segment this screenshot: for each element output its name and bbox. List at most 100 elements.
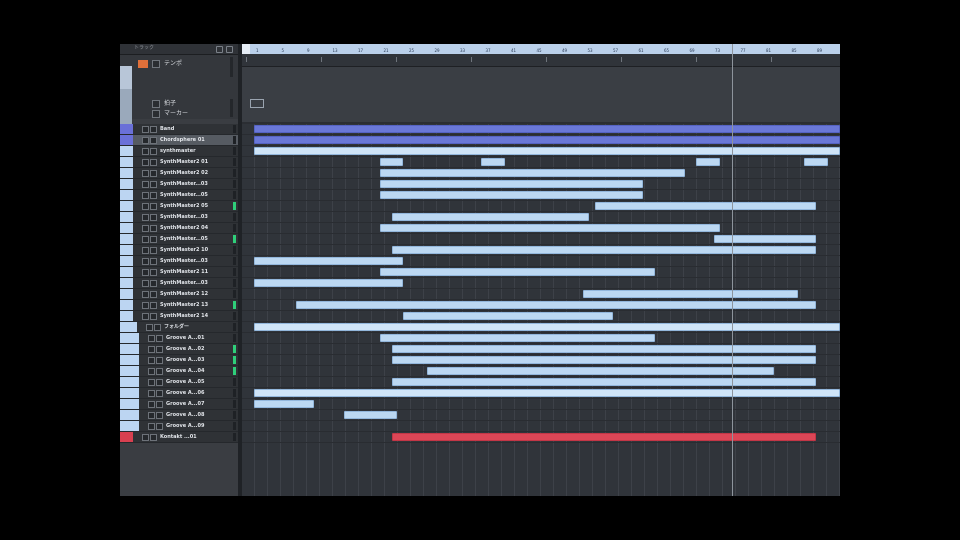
- midi-part[interactable]: [379, 158, 404, 166]
- track-header[interactable]: Kontakt ...01: [120, 432, 238, 443]
- mute-button[interactable]: [142, 280, 149, 287]
- solo-button[interactable]: [150, 291, 157, 298]
- track-color-tab[interactable]: [120, 179, 133, 189]
- track-header[interactable]: SynthMaster2 02: [120, 168, 238, 179]
- track-color-tab[interactable]: [120, 146, 133, 156]
- track-header[interactable]: synthmaster: [120, 146, 238, 157]
- track-color-tab[interactable]: [120, 366, 139, 376]
- track-header[interactable]: Groove A...09: [120, 421, 238, 432]
- track-color-tab[interactable]: [120, 267, 133, 277]
- mute-button[interactable]: [142, 434, 149, 441]
- mute-button[interactable]: [142, 269, 149, 276]
- solo-button[interactable]: [156, 390, 163, 397]
- mute-button[interactable]: [148, 412, 155, 419]
- mute-button[interactable]: [148, 346, 155, 353]
- track-header[interactable]: Groove A...05: [120, 377, 238, 388]
- solo-button[interactable]: [156, 423, 163, 430]
- solo-button[interactable]: [150, 225, 157, 232]
- midi-part[interactable]: [696, 158, 721, 166]
- track-color-tab[interactable]: [120, 333, 139, 343]
- track-header[interactable]: SynthMaster...03: [120, 256, 238, 267]
- track-header[interactable]: SynthMaster2 05: [120, 201, 238, 212]
- track-header[interactable]: SynthMaster...03: [120, 278, 238, 289]
- midi-part[interactable]: [582, 290, 799, 298]
- mute-button[interactable]: [142, 203, 149, 210]
- mute-button[interactable]: [142, 291, 149, 298]
- midi-part[interactable]: [253, 279, 404, 287]
- track-color-tab[interactable]: [120, 300, 133, 310]
- track-color-tab[interactable]: [120, 344, 139, 354]
- track-color-tab[interactable]: [120, 124, 133, 134]
- mute-button[interactable]: [148, 423, 155, 430]
- solo-button[interactable]: [150, 269, 157, 276]
- solo-button[interactable]: [150, 302, 157, 309]
- track-header[interactable]: SynthMaster2 10: [120, 245, 238, 256]
- playhead-cursor[interactable]: [732, 44, 733, 496]
- track-header[interactable]: SynthMaster...03: [120, 212, 238, 223]
- track-header[interactable]: Groove A...07: [120, 399, 238, 410]
- mute-button[interactable]: [142, 192, 149, 199]
- solo-button[interactable]: [150, 181, 157, 188]
- midi-part[interactable]: [379, 268, 655, 276]
- solo-button[interactable]: [150, 434, 157, 441]
- midi-part[interactable]: [379, 169, 685, 177]
- solo-button[interactable]: [150, 137, 157, 144]
- solo-button[interactable]: [156, 401, 163, 408]
- track-header[interactable]: Chordsphere 01: [120, 135, 238, 146]
- midi-part[interactable]: [594, 202, 817, 210]
- midi-part[interactable]: [391, 378, 817, 386]
- track-color-tab[interactable]: [120, 157, 133, 167]
- track-color-tab[interactable]: [120, 190, 133, 200]
- track-header[interactable]: Groove A...06: [120, 388, 238, 399]
- midi-part[interactable]: [391, 356, 817, 364]
- mute-button[interactable]: [148, 379, 155, 386]
- midi-part[interactable]: [379, 334, 655, 342]
- track-color-tab[interactable]: [120, 234, 133, 244]
- midi-part[interactable]: [253, 257, 404, 265]
- mute-button[interactable]: [148, 401, 155, 408]
- solo-button[interactable]: [150, 214, 157, 221]
- mute-button[interactable]: [142, 137, 149, 144]
- solo-button[interactable]: [156, 368, 163, 375]
- solo-button[interactable]: [150, 280, 157, 287]
- midi-part[interactable]: [391, 213, 589, 221]
- track-color-tab[interactable]: [120, 245, 133, 255]
- track-header[interactable]: Groove A...02: [120, 344, 238, 355]
- solo-button[interactable]: [150, 159, 157, 166]
- solo-button[interactable]: [156, 335, 163, 342]
- track-color-tab[interactable]: [120, 256, 133, 266]
- midi-part[interactable]: [379, 224, 721, 232]
- mute-button[interactable]: [142, 302, 149, 309]
- midi-part[interactable]: [253, 125, 840, 133]
- track-header[interactable]: Groove A...04: [120, 366, 238, 377]
- timeline-sub-ruler[interactable]: [242, 54, 840, 67]
- mute-button[interactable]: [142, 247, 149, 254]
- midi-part[interactable]: [714, 235, 817, 243]
- midi-part[interactable]: [253, 400, 314, 408]
- solo-button[interactable]: [150, 236, 157, 243]
- menu-icon[interactable]: [226, 46, 233, 53]
- solo-button[interactable]: [150, 258, 157, 265]
- ruler-left-locator[interactable]: [242, 44, 250, 54]
- marker-track[interactable]: マーカー: [134, 109, 234, 119]
- signature-lock-button[interactable]: [152, 100, 160, 108]
- track-color-tab[interactable]: [120, 432, 133, 442]
- solo-button[interactable]: [156, 346, 163, 353]
- timeline-ruler[interactable]: 1 5 9 13 17 21 25 29 33 37 41 45 49 53 57 61 65 69 73 77 81 8…: [250, 44, 840, 54]
- track-color-tab[interactable]: [120, 278, 133, 288]
- midi-part[interactable]: [403, 312, 613, 320]
- track-color-tab[interactable]: [120, 311, 133, 321]
- midi-part[interactable]: [343, 411, 398, 419]
- midi-part[interactable]: [804, 158, 829, 166]
- track-color-tab[interactable]: [120, 388, 139, 398]
- track-header[interactable]: SynthMaster2 12: [120, 289, 238, 300]
- track-color-tab[interactable]: [120, 399, 139, 409]
- track-header[interactable]: SynthMaster2 11: [120, 267, 238, 278]
- midi-part[interactable]: [253, 323, 840, 331]
- solo-button[interactable]: [156, 357, 163, 364]
- midi-part[interactable]: [427, 367, 775, 375]
- track-color-tab[interactable]: [120, 322, 137, 332]
- track-color-tab[interactable]: [120, 355, 139, 365]
- midi-part[interactable]: [379, 191, 643, 199]
- track-color-tab[interactable]: [120, 201, 133, 211]
